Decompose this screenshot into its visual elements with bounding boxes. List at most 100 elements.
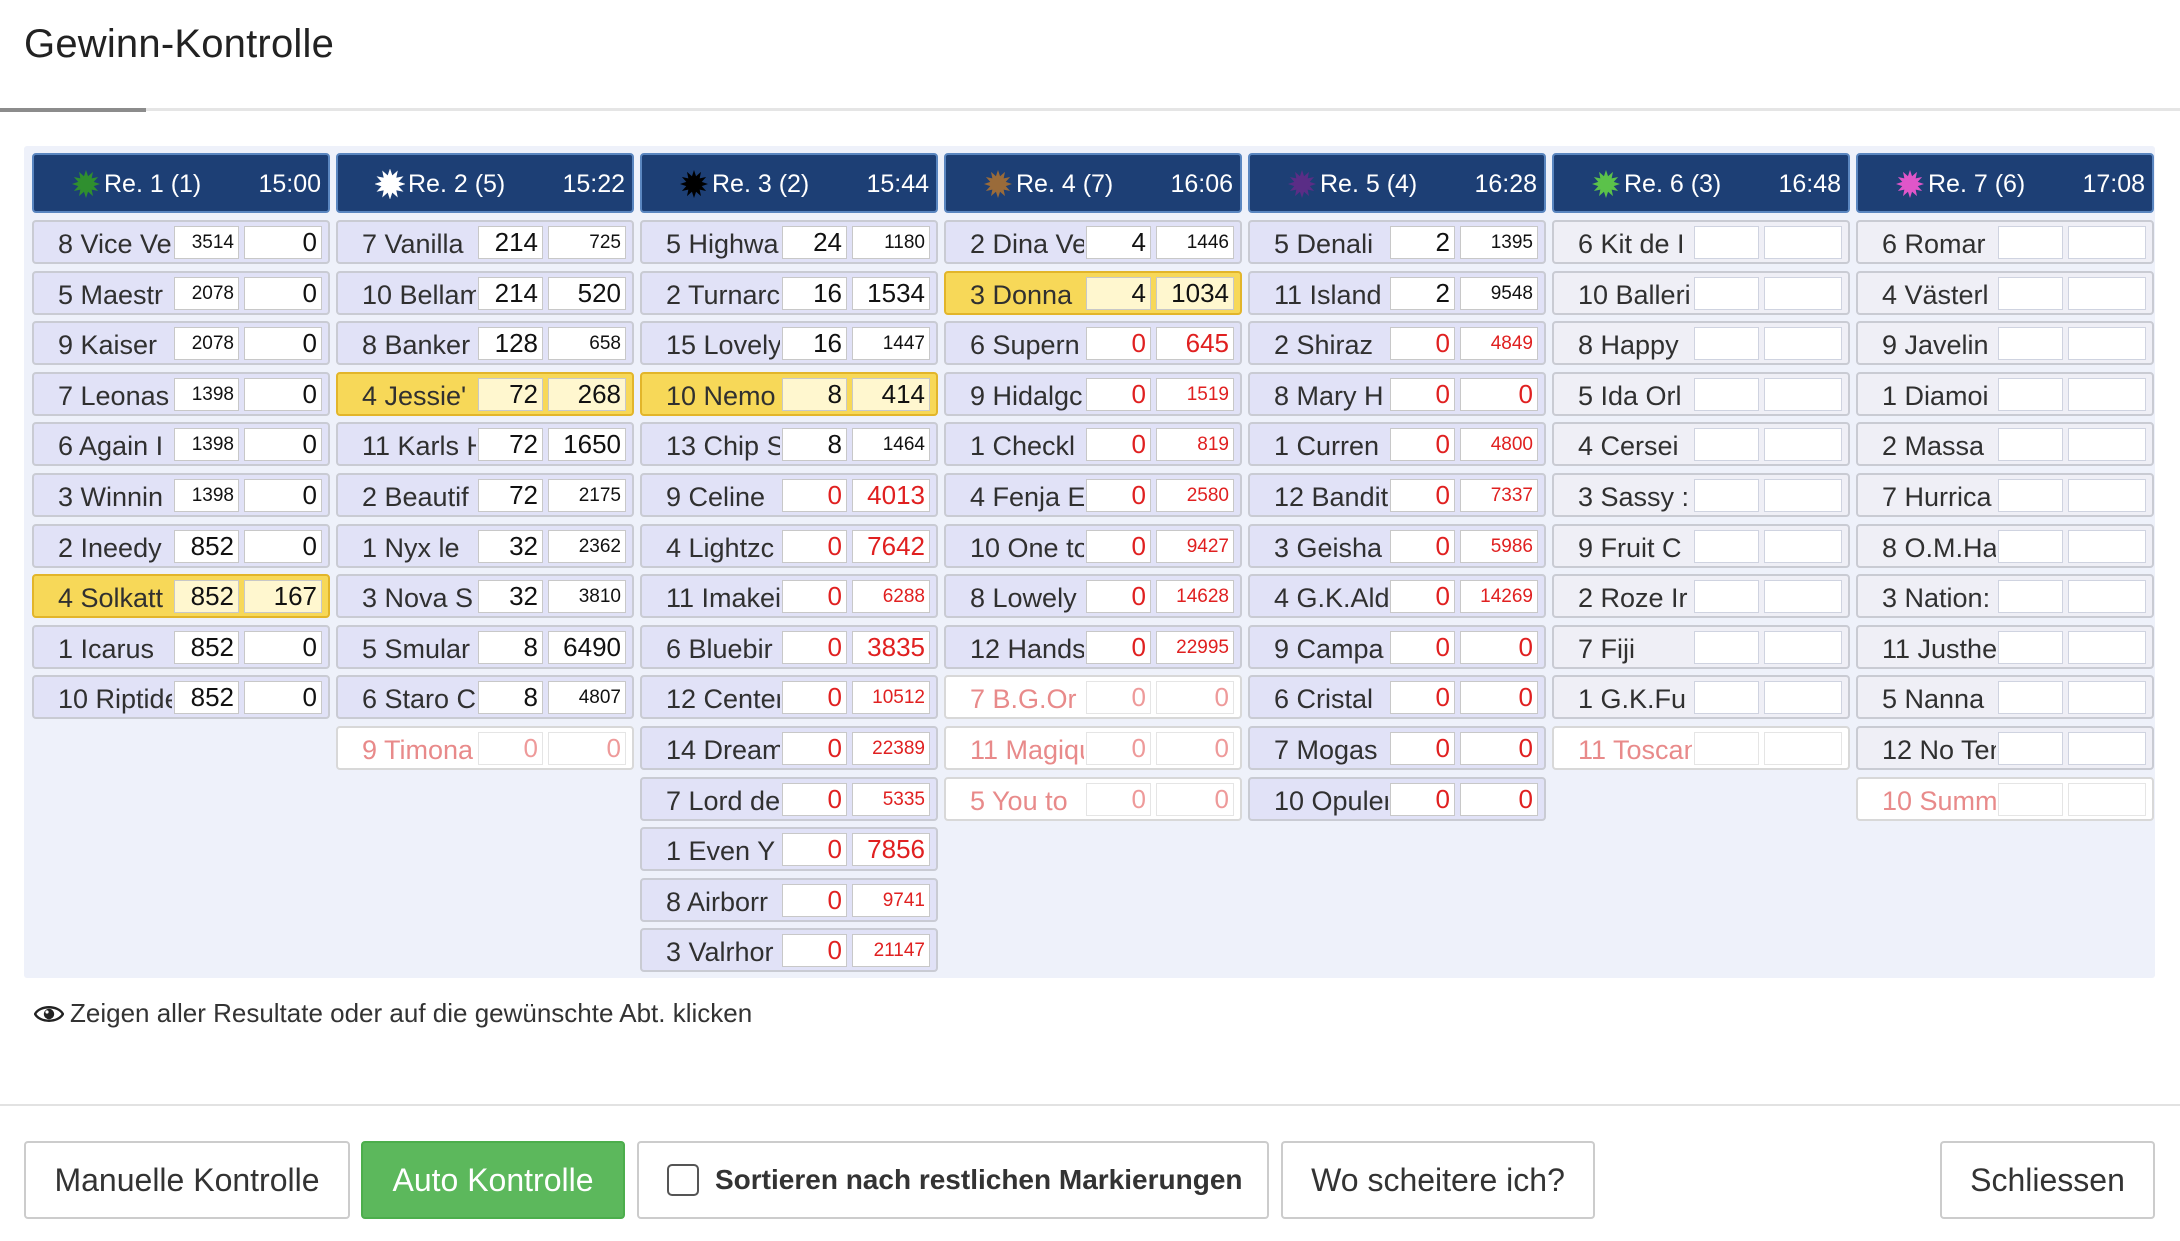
runner-row[interactable]: 3 Winnin 1398 0 (32, 472, 330, 517)
runner-row[interactable]: 8 Vice Ve 3514 0 (32, 220, 330, 264)
runner-row[interactable]: 6 Bluebir 0 3835 (640, 624, 938, 669)
runner-row[interactable]: 10 Bellam 214 520 (336, 270, 634, 315)
runner-row[interactable]: 10 Opuler 0 0 (1248, 776, 1546, 821)
runner-row[interactable]: 1 Checkl 0 819 (944, 422, 1242, 467)
runner-row[interactable]: 1 Curren 0 4800 (1248, 422, 1546, 467)
runner-row[interactable]: 9 Javelin (1856, 321, 2154, 366)
runner-row[interactable]: 2 Dina Ve 4 1446 (944, 220, 1242, 264)
runner-row[interactable]: 1 Diamoi (1856, 371, 2154, 416)
auto-check-button[interactable]: Auto Kontrolle (361, 1141, 625, 1219)
runner-row[interactable]: 9 Hidalgc 0 1519 (944, 371, 1242, 416)
runner-row[interactable]: 1 Nyx le 32 2362 (336, 523, 634, 568)
runner-row[interactable]: 11 Karls H 72 1650 (336, 422, 634, 467)
runner-row[interactable]: 13 Chip S 8 1464 (640, 422, 938, 467)
runner-row[interactable]: 8 O.M.Ha (1856, 523, 2154, 568)
runner-row[interactable]: 6 Kit de I (1552, 220, 1850, 264)
runner-row[interactable]: 2 Roze Ir (1552, 574, 1850, 619)
runner-row-scratched[interactable]: 5 You to 0 0 (944, 776, 1242, 821)
runner-row-scratched[interactable]: 11 Magiqu 0 0 (944, 725, 1242, 770)
race-header[interactable]: Re. 4 (7) 16:06 (944, 153, 1242, 213)
runner-row[interactable]: 6 Romar (1856, 220, 2154, 264)
runner-row[interactable]: 3 Nova S 32 3810 (336, 574, 634, 619)
runner-row[interactable]: 11 Imakei 0 6288 (640, 574, 938, 619)
runner-row[interactable]: 14 Dream: 0 22389 (640, 725, 938, 770)
runner-row[interactable]: 7 Mogas 0 0 (1248, 725, 1546, 770)
race-header[interactable]: Re. 6 (3) 16:48 (1552, 153, 1850, 213)
runner-row[interactable]: 4 G.K.Ald 0 14269 (1248, 574, 1546, 619)
runner-row[interactable]: 4 Västerl (1856, 270, 2154, 315)
runner-row[interactable]: 3 Nation: (1856, 574, 2154, 619)
runner-row-highlighted[interactable]: 10 Nemo 8 414 (640, 371, 938, 416)
runner-row[interactable]: 3 Sassy : (1552, 472, 1850, 517)
runner-row[interactable]: 2 Turnarc 16 1534 (640, 270, 938, 315)
runner-row-highlighted[interactable]: 4 Jessie' 72 268 (336, 371, 634, 416)
runner-row[interactable]: 8 Lowely 0 14628 (944, 574, 1242, 619)
sort-checkbox[interactable] (667, 1164, 699, 1196)
runner-row[interactable]: 5 Smular 8 6490 (336, 624, 634, 669)
runner-row-highlighted[interactable]: 3 Donna 4 1034 (944, 270, 1242, 315)
runner-row[interactable]: 12 Hands 0 22995 (944, 624, 1242, 669)
runner-row[interactable]: 2 Massa (1856, 422, 2154, 467)
runner-row[interactable]: 6 Again I 1398 0 (32, 422, 330, 467)
runner-row[interactable]: 9 Kaiser 2078 0 (32, 321, 330, 366)
marks-count-box: 8 (478, 681, 543, 715)
runner-row[interactable]: 2 Shiraz 0 4849 (1248, 321, 1546, 366)
runner-row[interactable]: 10 One to 0 9427 (944, 523, 1242, 568)
runner-row[interactable]: 7 Fiji (1552, 624, 1850, 669)
runner-row[interactable]: 10 Riptide 852 0 (32, 675, 330, 720)
runner-row[interactable]: 8 Happy (1552, 321, 1850, 366)
runner-row[interactable]: 6 Staro C 8 4807 (336, 675, 634, 720)
sort-toggle[interactable]: Sortieren nach restlichen Markierungen (637, 1141, 1269, 1219)
runner-row[interactable]: 12 Center 0 10512 (640, 675, 938, 720)
runner-row-scratched[interactable]: 10 Summ (1856, 776, 2154, 821)
marks-count-box: 128 (478, 327, 543, 361)
race-header[interactable]: Re. 3 (2) 15:44 (640, 153, 938, 213)
runner-row[interactable]: 2 Beautif 72 2175 (336, 472, 634, 517)
runner-row[interactable]: 5 Denali 2 1395 (1248, 220, 1546, 264)
runner-row[interactable]: 2 Ineedy 852 0 (32, 523, 330, 568)
runner-row[interactable]: 6 Supern 0 645 (944, 321, 1242, 366)
runner-row[interactable]: 3 Valrhor 0 21147 (640, 928, 938, 973)
runner-row[interactable]: 7 Leonas 1398 0 (32, 371, 330, 416)
race-header[interactable]: Re. 7 (6) 17:08 (1856, 153, 2154, 213)
race-header[interactable]: Re. 2 (5) 15:22 (336, 153, 634, 213)
runner-row-highlighted[interactable]: 4 Solkatt 852 167 (32, 574, 330, 619)
runner-row[interactable]: 5 Highwa 24 1180 (640, 220, 938, 264)
runner-row[interactable]: 8 Mary H00 (1248, 371, 1546, 416)
runner-row[interactable]: 12 No Ten (1856, 725, 2154, 770)
runner-row[interactable]: 7 Lord de 0 5335 (640, 776, 938, 821)
runner-row[interactable]: 9 Celine 0 4013 (640, 472, 938, 517)
runner-row[interactable]: 4 Cersei (1552, 422, 1850, 467)
runner-row[interactable]: 9 Campa 0 0 (1248, 624, 1546, 669)
hint-line[interactable]: Zeigen aller Resultate oder auf die gewü… (34, 998, 752, 1029)
runner-row-scratched[interactable]: 9 Timona 0 0 (336, 725, 634, 770)
where-fail-button[interactable]: Wo scheitere ich? (1281, 1141, 1595, 1219)
runner-row[interactable]: 11 Island :2 9548 (1248, 270, 1546, 315)
race-header[interactable]: Re. 1 (1) 15:00 (32, 153, 330, 213)
runner-row[interactable]: 1 Even Y 0 7856 (640, 827, 938, 872)
runner-row[interactable]: 8 Airborr 0 9741 (640, 877, 938, 922)
runner-row[interactable]: 8 Banker 128 658 (336, 321, 634, 366)
runner-row-scratched[interactable]: 7 B.G.Or 0 0 (944, 675, 1242, 720)
runner-row[interactable]: 6 Cristal 0 0 (1248, 675, 1546, 720)
runner-row[interactable]: 9 Fruit C (1552, 523, 1850, 568)
runner-row[interactable]: 12 Bandit 0 7337 (1248, 472, 1546, 517)
runner-row[interactable]: 7 Hurrica (1856, 472, 2154, 517)
runner-row[interactable]: 10 Ballerir (1552, 270, 1850, 315)
runner-row[interactable]: 5 Ida Orl (1552, 371, 1850, 416)
runner-row[interactable]: 4 Fenja E 0 2580 (944, 472, 1242, 517)
marks-count-box: 0 (1390, 681, 1455, 715)
runner-row[interactable]: 7 Vanilla 214 725 (336, 220, 634, 264)
race-header[interactable]: Re. 5 (4) 16:28 (1248, 153, 1546, 213)
runner-row[interactable]: 5 Nanna (1856, 675, 2154, 720)
close-button[interactable]: Schliessen (1940, 1141, 2155, 1219)
runner-row[interactable]: 1 G.K.Fu (1552, 675, 1850, 720)
manual-check-button[interactable]: Manuelle Kontrolle (24, 1141, 350, 1219)
runner-row-scratched[interactable]: 11 Toscan (1552, 725, 1850, 770)
runner-row[interactable]: 1 Icarus 852 0 (32, 624, 330, 669)
runner-row[interactable]: 15 Lovelyi 16 1447 (640, 321, 938, 366)
runner-row[interactable]: 3 Geisha 0 5986 (1248, 523, 1546, 568)
runner-row[interactable]: 4 Lightzc 0 7642 (640, 523, 938, 568)
runner-row[interactable]: 11 Justhe (1856, 624, 2154, 669)
runner-row[interactable]: 5 Maestr 2078 0 (32, 270, 330, 315)
